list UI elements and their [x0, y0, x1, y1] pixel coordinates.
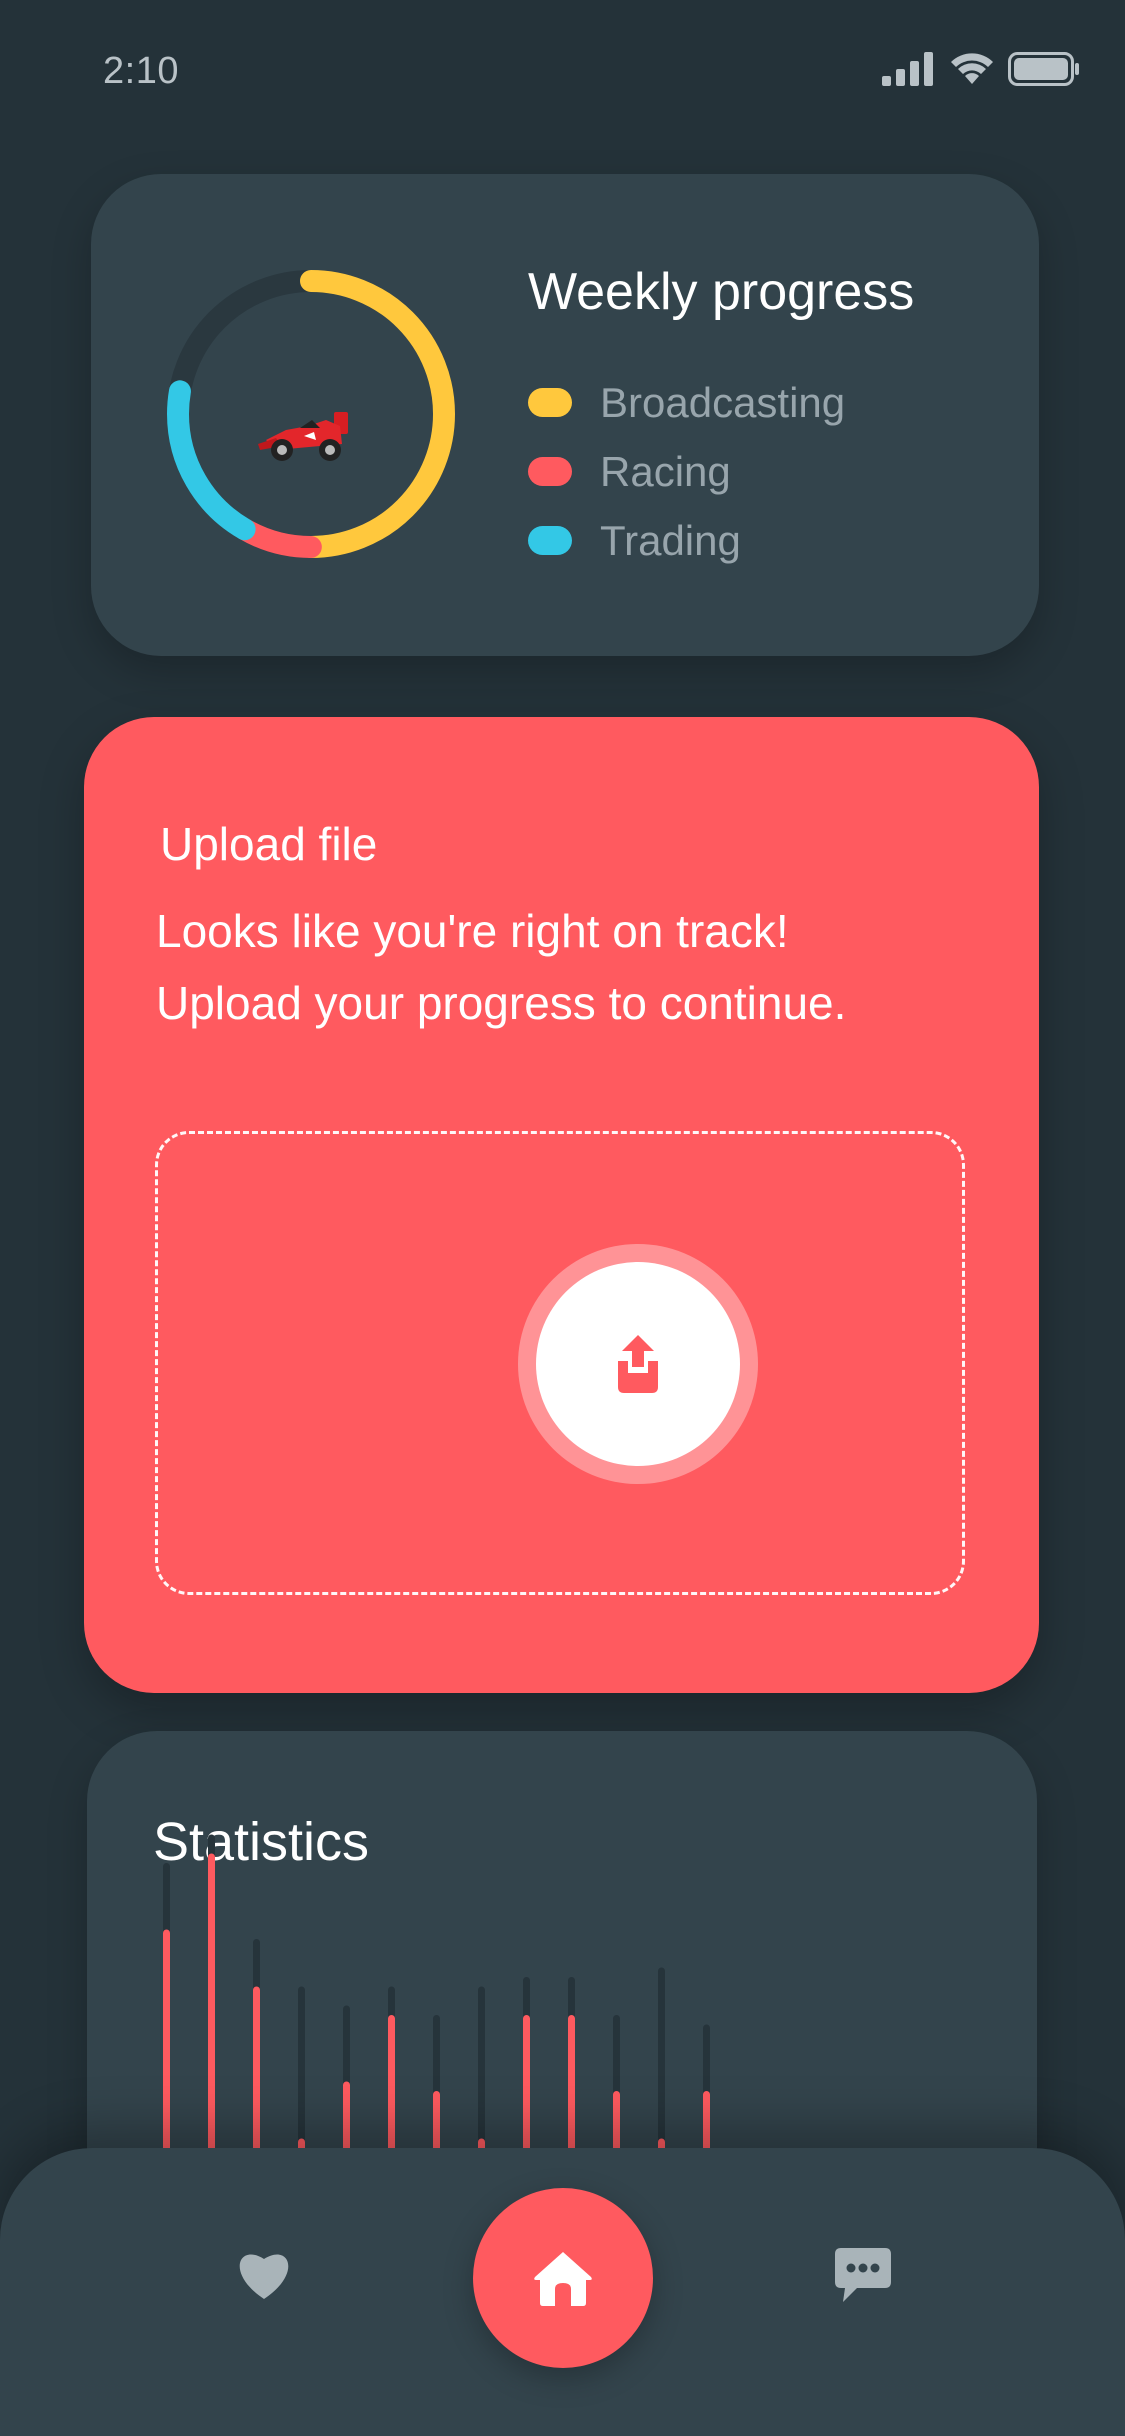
statistics-bar-chart: [163, 1834, 710, 2148]
wifi-icon: [951, 53, 993, 84]
legend-item-racing: Racing: [528, 437, 845, 506]
upload-icon: [618, 1335, 658, 1393]
progress-title: Weekly progress: [528, 263, 915, 321]
legend-swatch: [528, 457, 572, 486]
weekly-progress-card: Weekly progress Broadcasting Racing Trad…: [91, 174, 1039, 656]
heart-icon[interactable]: [235, 2247, 293, 2301]
upload-file-card: Upload file Looks like you're right on t…: [84, 717, 1039, 1693]
stat-bar-value: [703, 2091, 710, 2148]
stat-bar-background: [478, 1986, 485, 2148]
stat-bar-value: [658, 2138, 665, 2148]
battery-icon: [1008, 52, 1079, 86]
stat-bar-value: [613, 2091, 620, 2148]
stat-bar-background: [298, 1986, 305, 2148]
stat-bar-value: [478, 2138, 485, 2148]
bottom-navigation: [0, 2148, 1125, 2436]
signal-icon: [882, 52, 933, 86]
upload-message-line: Upload your progress to continue.: [156, 977, 847, 1029]
upload-message: Looks like you're right on track! Upload…: [156, 895, 846, 1039]
legend-label: Broadcasting: [600, 378, 846, 426]
upload-message-line: Looks like you're right on track!: [156, 905, 789, 957]
status-icons: [882, 52, 1080, 86]
stat-bar-value: [208, 1853, 215, 2148]
stat-bar-value: [568, 2015, 575, 2148]
home-icon: [534, 2252, 592, 2306]
upload-title: Upload file: [160, 818, 378, 870]
stat-bar-value: [388, 2015, 395, 2148]
stat-bar-value: [523, 2015, 530, 2148]
progress-legend: Broadcasting Racing Trading: [528, 368, 845, 575]
status-time: 2:10: [103, 50, 179, 92]
legend-item-trading: Trading: [528, 506, 845, 575]
legend-label: Trading: [600, 516, 741, 564]
chat-icon[interactable]: [833, 2246, 893, 2304]
stat-bar-value: [253, 1986, 260, 2148]
stat-bar-background: [658, 1967, 665, 2148]
legend-label: Racing: [600, 447, 731, 495]
stat-bar-value: [343, 2081, 350, 2148]
upload-button[interactable]: [518, 1244, 758, 1484]
race-car-icon: [258, 412, 348, 461]
stat-bar-value: [163, 1929, 170, 2148]
home-button[interactable]: [473, 2188, 653, 2368]
legend-swatch: [528, 388, 572, 417]
upload-button-circle[interactable]: [536, 1262, 740, 1466]
stat-bar-value: [433, 2091, 440, 2148]
legend-item-broadcasting: Broadcasting: [528, 368, 845, 437]
upload-dropzone[interactable]: [155, 1131, 965, 1595]
legend-swatch: [528, 526, 572, 555]
stat-bar-value: [298, 2138, 305, 2148]
